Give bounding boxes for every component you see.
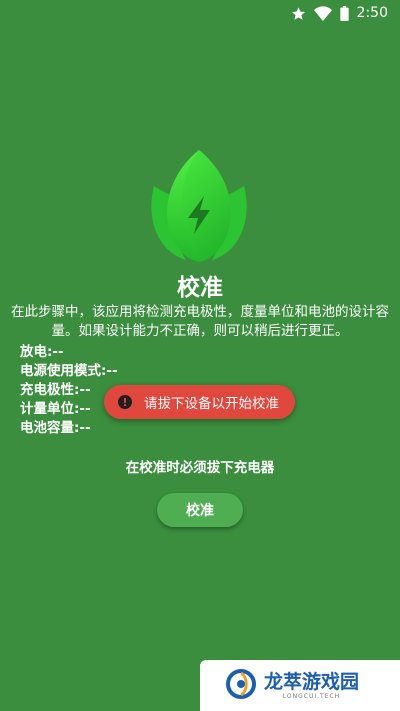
watermark-subtitle: LONGCUI.TECH — [282, 693, 341, 700]
info-row-power-mode: 电源使用模式:-- — [20, 362, 220, 381]
info-label: 电池容量: — [20, 420, 80, 436]
status-time: 2:50 — [356, 5, 388, 21]
info-row-capacity: 电池容量:-- — [20, 419, 220, 438]
wifi-icon — [313, 5, 332, 21]
page-title: 校准 — [177, 275, 223, 301]
info-value: -- — [106, 363, 118, 379]
toast-message: 请拔下设备以开始校准 — [144, 396, 279, 412]
info-value: -- — [79, 420, 91, 436]
watermark-name: 龙萃游戏园 — [264, 671, 360, 693]
info-label: 计量单位: — [20, 401, 80, 417]
star-icon — [291, 6, 306, 21]
status-bar: 2:50 — [0, 0, 400, 26]
error-toast: ! 请拔下设备以开始校准 — [104, 385, 295, 419]
calibrate-button[interactable]: 校准 — [157, 493, 243, 527]
info-row-discharge: 放电:-- — [20, 343, 220, 362]
info-value: -- — [79, 401, 91, 417]
unplug-hint: 在校准时必须拔下充电器 — [125, 460, 275, 476]
info-value: -- — [52, 344, 64, 360]
watermark-logo-icon — [226, 668, 256, 703]
battery-icon — [339, 5, 349, 21]
calibration-description: 在此步骤中，该应用将检测充电极性，度量单位和电池的设计容量。如果设计能力不正确，… — [11, 304, 389, 339]
info-label: 电源使用模式: — [20, 363, 107, 379]
app-logo-icon — [146, 146, 252, 264]
watermark: 龙萃游戏园 LONGCUI.TECH — [200, 660, 400, 711]
error-icon: ! — [118, 395, 132, 409]
info-value: -- — [79, 382, 91, 398]
info-label: 充电极性: — [20, 382, 80, 398]
info-label: 放电: — [20, 344, 53, 360]
